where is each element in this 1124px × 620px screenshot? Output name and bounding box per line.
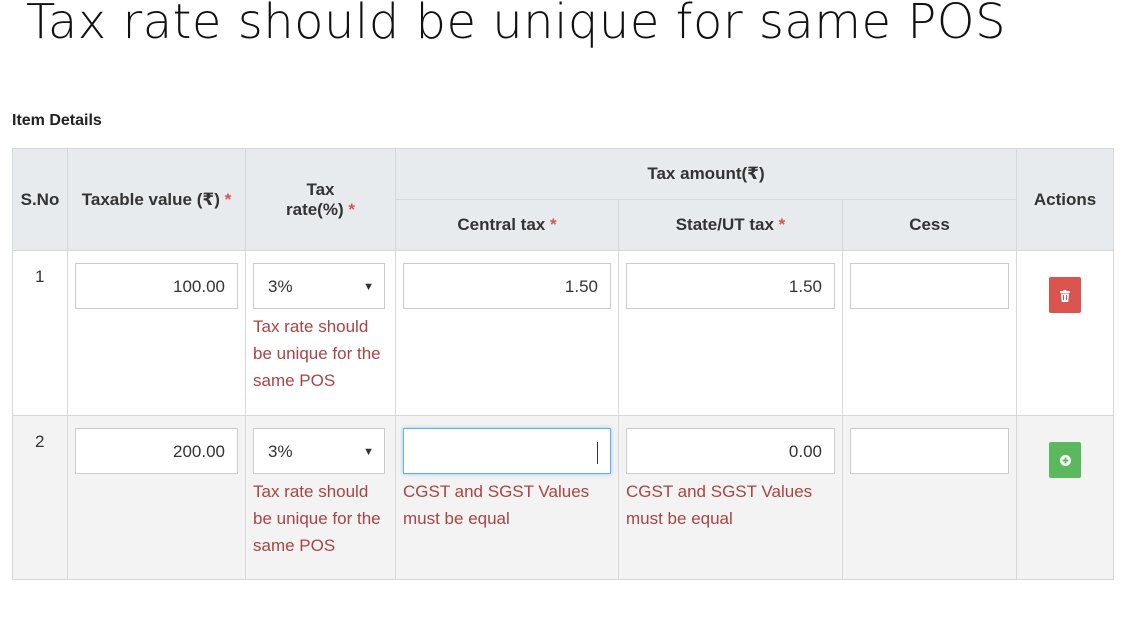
tax-rate-error: Tax rate should be unique for the same P… xyxy=(253,317,381,390)
text-cursor xyxy=(597,441,598,464)
required-mark: * xyxy=(549,215,557,234)
cess-input[interactable] xyxy=(850,428,1010,474)
section-title: Item Details xyxy=(12,112,102,129)
tax-rate-select[interactable]: 3% ▼ xyxy=(253,428,385,474)
caret-down-icon: ▼ xyxy=(363,446,374,458)
taxable-value-input[interactable]: 100.00 xyxy=(75,263,238,309)
caret-down-icon: ▼ xyxy=(363,281,374,293)
header-central-tax: Central tax * xyxy=(395,199,619,251)
slide-title: Tax rate should be unique for same POS xyxy=(26,0,1007,50)
row-sno: 1 xyxy=(12,250,68,416)
header-state-tax: State/UT tax * xyxy=(618,199,843,251)
required-mark: * xyxy=(348,199,355,219)
central-tax-input[interactable]: 1.50 xyxy=(403,263,611,309)
header-tax-amount: Tax amount(₹) xyxy=(394,148,1018,200)
required-mark: * xyxy=(778,215,786,234)
plus-circle-icon xyxy=(1059,455,1071,467)
tax-rate-error: Tax rate should be unique for the same P… xyxy=(253,482,381,555)
header-cess: Cess xyxy=(841,199,1018,251)
central-tax-error: CGST and SGST Values must be equal xyxy=(403,482,590,528)
add-row-button[interactable] xyxy=(1049,442,1082,478)
delete-row-button[interactable] xyxy=(1049,277,1082,313)
item-details-table: S.No Taxable value (₹) * Tax rate(%) * Ta… xyxy=(12,148,1115,580)
trash-icon xyxy=(1060,289,1071,302)
header-taxable-value: Taxable value (₹) * xyxy=(67,148,246,251)
table-row: 2 200.00 3% ▼ Tax rate should be unique f… xyxy=(12,415,1115,580)
table-row: 1 100.00 3% ▼ Tax rate should be unique f… xyxy=(12,250,1115,416)
cess-input[interactable] xyxy=(850,263,1010,309)
header-tax-rate: Tax rate(%) * xyxy=(245,148,396,251)
state-tax-input[interactable]: 1.50 xyxy=(626,263,835,309)
taxable-value-input[interactable]: 200.00 xyxy=(75,428,238,474)
state-tax-error: CGST and SGST Values must be equal xyxy=(626,482,813,528)
required-mark: * xyxy=(224,189,232,209)
header-actions: Actions xyxy=(1016,148,1115,251)
state-tax-input[interactable]: 0.00 xyxy=(626,428,835,474)
header-sno: S.No xyxy=(12,148,68,251)
tax-rate-select[interactable]: 3% ▼ xyxy=(253,263,385,309)
row-sno: 2 xyxy=(12,415,68,580)
central-tax-input[interactable] xyxy=(403,428,611,474)
